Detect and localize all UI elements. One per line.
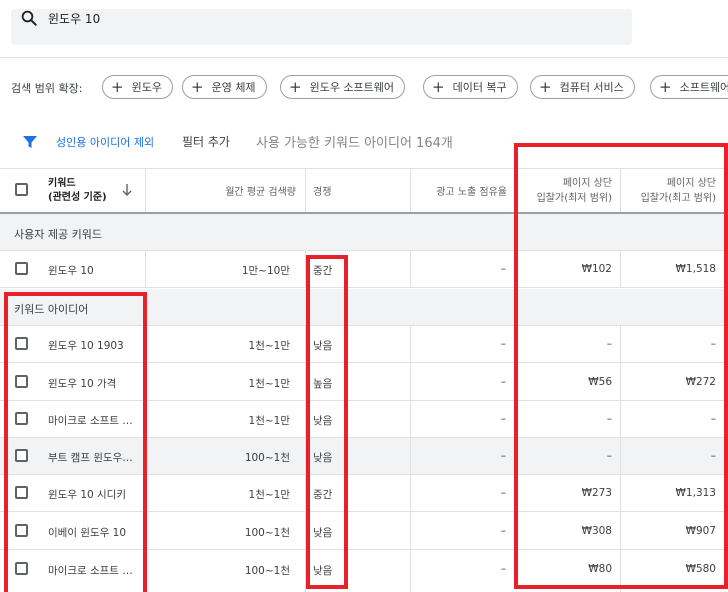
- column-divider: [305, 169, 306, 212]
- chip-os[interactable]: + 운영 체제: [182, 75, 267, 99]
- header-competition[interactable]: 경쟁: [313, 169, 393, 212]
- monthly-cell: 1천~1만: [248, 378, 290, 390]
- monthly-cell: 100~1천: [244, 527, 290, 539]
- column-divider: [410, 251, 411, 288]
- chip-software[interactable]: + 소프트웨어: [650, 75, 728, 99]
- chip-window[interactable]: + 윈도우: [102, 75, 173, 99]
- highlight-keyword-ideas: [4, 292, 147, 592]
- column-divider: [410, 326, 411, 592]
- row-checkbox[interactable]: [15, 262, 28, 275]
- plus-icon: +: [111, 77, 124, 96]
- highlight-competition: [306, 255, 348, 589]
- monthly-cell: 1만~10만: [241, 265, 290, 277]
- header-monthly-searches[interactable]: 월간 평균 검색량: [150, 169, 296, 212]
- monthly-cell: 1천~1만: [248, 415, 290, 427]
- keyword-cell: 윈도우 10: [48, 265, 94, 277]
- plus-icon: +: [191, 77, 204, 96]
- column-divider: [145, 251, 146, 288]
- impression-cell: –: [500, 487, 506, 499]
- impression-cell: –: [500, 376, 506, 388]
- expand-search-label: 검색 범위 확장:: [11, 82, 83, 95]
- adult-ideas-filter[interactable]: 성인용 아이디어 제외: [56, 134, 154, 150]
- column-divider: [145, 169, 146, 212]
- plus-icon: +: [432, 77, 445, 96]
- search-icon[interactable]: [20, 9, 38, 27]
- highlight-bid-columns: [514, 143, 728, 589]
- column-divider: [410, 169, 411, 212]
- chip-data-recovery[interactable]: + 데이터 복구: [423, 75, 518, 99]
- header-impression-share[interactable]: 광고 노출 점유율: [412, 169, 507, 212]
- add-filter-button[interactable]: 필터 추가: [182, 133, 230, 150]
- plus-icon: +: [289, 77, 302, 96]
- impression-cell: –: [500, 338, 506, 350]
- filter-icon[interactable]: [22, 134, 38, 150]
- impression-cell: –: [500, 263, 506, 275]
- sort-arrow-down-icon[interactable]: [121, 183, 133, 197]
- plus-icon: +: [659, 77, 672, 96]
- impression-cell: –: [500, 525, 506, 537]
- chip-computer-service[interactable]: + 컴퓨터 서비스: [530, 75, 635, 99]
- search-input[interactable]: 윈도우 10: [48, 10, 100, 27]
- impression-cell: –: [500, 450, 506, 462]
- monthly-cell: 100~1천: [244, 452, 290, 464]
- select-all-checkbox[interactable]: [15, 183, 28, 196]
- monthly-cell: 1천~1만: [248, 489, 290, 501]
- impression-cell: –: [500, 413, 506, 425]
- search-bar[interactable]: [11, 9, 632, 45]
- monthly-cell: 100~1천: [244, 565, 290, 577]
- monthly-cell: 1천~1만: [248, 340, 290, 352]
- impression-cell: –: [500, 563, 506, 575]
- chip-windows-software[interactable]: + 윈도우 소프트웨어: [280, 75, 406, 99]
- available-keyword-count: 사용 가능한 키워드 아이디어 164개: [256, 136, 453, 151]
- divider: [0, 57, 728, 58]
- plus-icon: +: [539, 77, 552, 96]
